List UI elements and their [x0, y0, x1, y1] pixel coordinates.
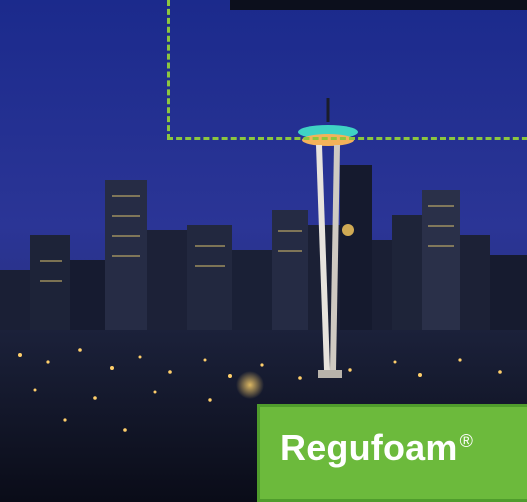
dashed-selection-box	[167, 0, 527, 140]
brand-label: Regufoam ®	[280, 427, 473, 469]
ferris-wheel-glow	[236, 371, 264, 399]
hero-image: Regufoam ®	[0, 0, 527, 502]
brand-name: Regufoam	[280, 427, 458, 468]
brand-badge: Regufoam ®	[257, 404, 527, 502]
registered-mark: ®	[459, 431, 474, 451]
